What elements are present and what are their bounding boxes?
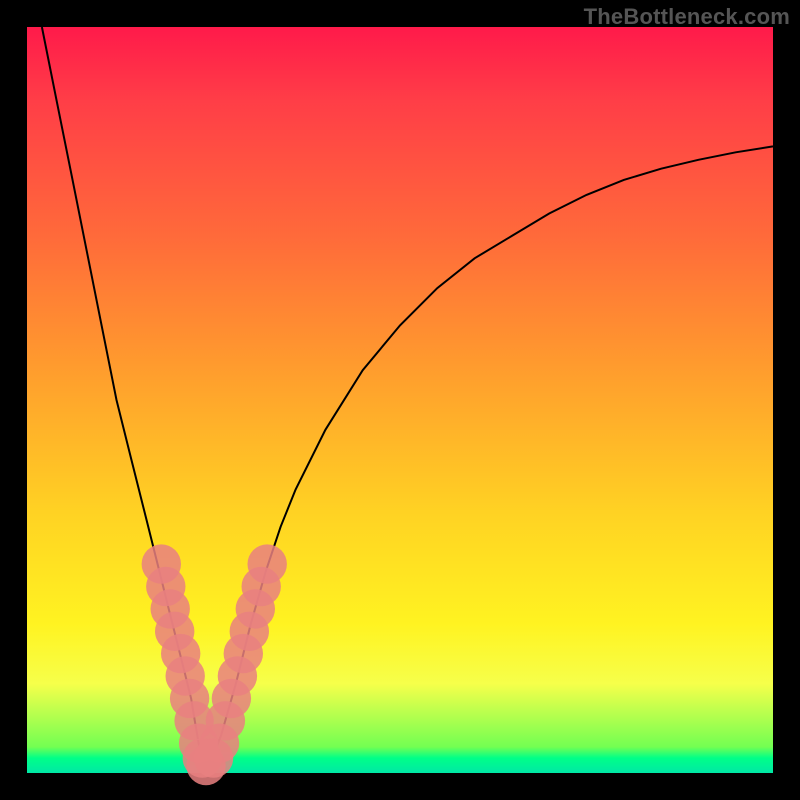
plot-area <box>27 27 773 773</box>
curve-right-branch <box>206 146 773 773</box>
scatter-markers <box>142 544 287 785</box>
watermark-text: TheBottleneck.com <box>584 4 790 30</box>
chart-svg <box>27 27 773 773</box>
scatter-point <box>248 544 287 583</box>
chart-frame: TheBottleneck.com <box>0 0 800 800</box>
